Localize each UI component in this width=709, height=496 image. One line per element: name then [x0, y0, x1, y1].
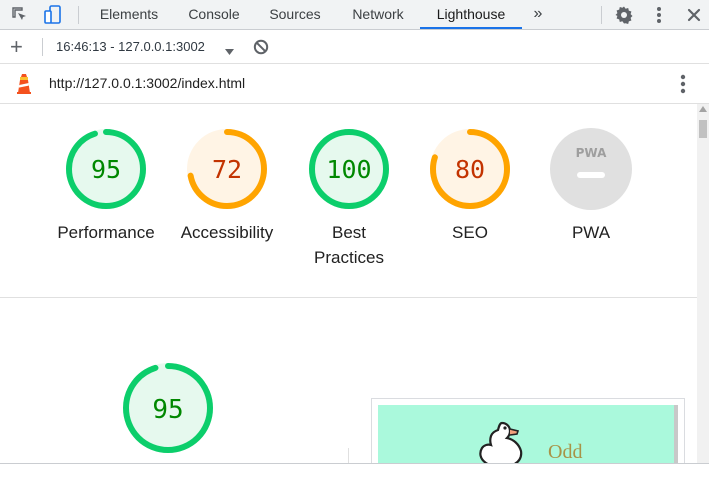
report-url[interactable]: http://127.0.0.1:3002/index.html [49, 75, 245, 91]
report-selector[interactable]: 16:46:13 - 127.0.0.1:3002 [56, 39, 205, 54]
pwa-badge-icon: PWA [550, 128, 632, 210]
performance-section-gauge[interactable]: 95 [107, 362, 229, 454]
pwa-badge-text: PWA [576, 146, 607, 160]
gauge-score-accessibility: 72 [212, 155, 242, 184]
gauge-ring-best-practices: 100 [309, 129, 389, 209]
lighthouse-logo-icon [15, 73, 33, 100]
gauge-label-best-practices: Best Practices [314, 223, 384, 267]
report-url-bar: http://127.0.0.1:3002/index.html [0, 64, 709, 104]
tab-separator [78, 6, 79, 24]
gauge-label-seo: SEO [452, 223, 488, 242]
devtools-tab-bar: Elements Console Sources Network Lightho… [0, 0, 709, 30]
close-devtools-icon[interactable] [683, 4, 705, 26]
gauge-pwa[interactable]: PWA PWA [530, 128, 652, 245]
gauge-ring-performance: 95 [66, 129, 146, 209]
tab-network[interactable]: Network [342, 0, 414, 29]
scroll-thumb[interactable] [699, 120, 707, 138]
gauge-performance[interactable]: 95 Performance [45, 128, 167, 245]
gauge-label-performance: Performance [57, 223, 155, 242]
gauge-score-seo: 80 [455, 155, 485, 184]
performance-section-score: 95 [152, 395, 183, 425]
screenshot-scrollbar [674, 405, 678, 463]
gauge-label-accessibility: Accessibility [180, 223, 274, 242]
section-divider [0, 297, 697, 298]
clear-reports-icon[interactable] [253, 39, 269, 60]
tab-sources[interactable]: Sources [261, 0, 329, 29]
scroll-up-arrow-icon[interactable] [699, 106, 707, 112]
gauge-ring-seo: 80 [430, 129, 510, 209]
bottom-panel-edge [0, 463, 709, 496]
gauge-seo[interactable]: 80 SEO [409, 128, 531, 245]
toolbar-separator [42, 38, 43, 56]
screenshot-title: Odd [548, 441, 583, 463]
lighthouse-toolbar: + 16:46:13 - 127.0.0.1:3002 [0, 30, 709, 64]
more-options-icon[interactable] [648, 4, 670, 26]
screenshot-image: Odd [378, 405, 676, 463]
gauge-score-performance: 95 [91, 155, 121, 184]
tab-console[interactable]: Console [176, 0, 252, 29]
gauge-ring-accessibility: 72 [187, 129, 267, 209]
report-content: 95 Performance 72 Accessibility 100 Best… [0, 104, 697, 463]
new-report-button[interactable]: + [10, 34, 23, 60]
gauge-score-best-practices: 100 [326, 155, 371, 184]
tab-separator [601, 6, 602, 24]
report-scrollbar[interactable] [697, 104, 709, 463]
more-tabs-button[interactable]: » [527, 0, 549, 29]
device-toolbar-icon[interactable] [42, 4, 64, 26]
report-selector-dropdown-icon[interactable] [225, 43, 234, 61]
gauge-accessibility[interactable]: 72 Accessibility [166, 128, 288, 245]
performance-section-gauge-ring: 95 [123, 363, 213, 453]
gauge-label-pwa: PWA [571, 223, 611, 242]
report-menu-icon[interactable] [680, 74, 686, 99]
tab-elements[interactable]: Elements [89, 0, 169, 29]
settings-gear-icon[interactable] [613, 4, 635, 26]
gauge-best-practices[interactable]: 100 Best Practices [288, 128, 410, 270]
page-screenshot-thumbnail[interactable]: Odd [371, 398, 685, 463]
column-divider [348, 448, 349, 463]
inspect-element-icon[interactable] [9, 4, 31, 26]
duck-icon [474, 417, 530, 463]
tab-lighthouse[interactable]: Lighthouse [420, 0, 522, 29]
